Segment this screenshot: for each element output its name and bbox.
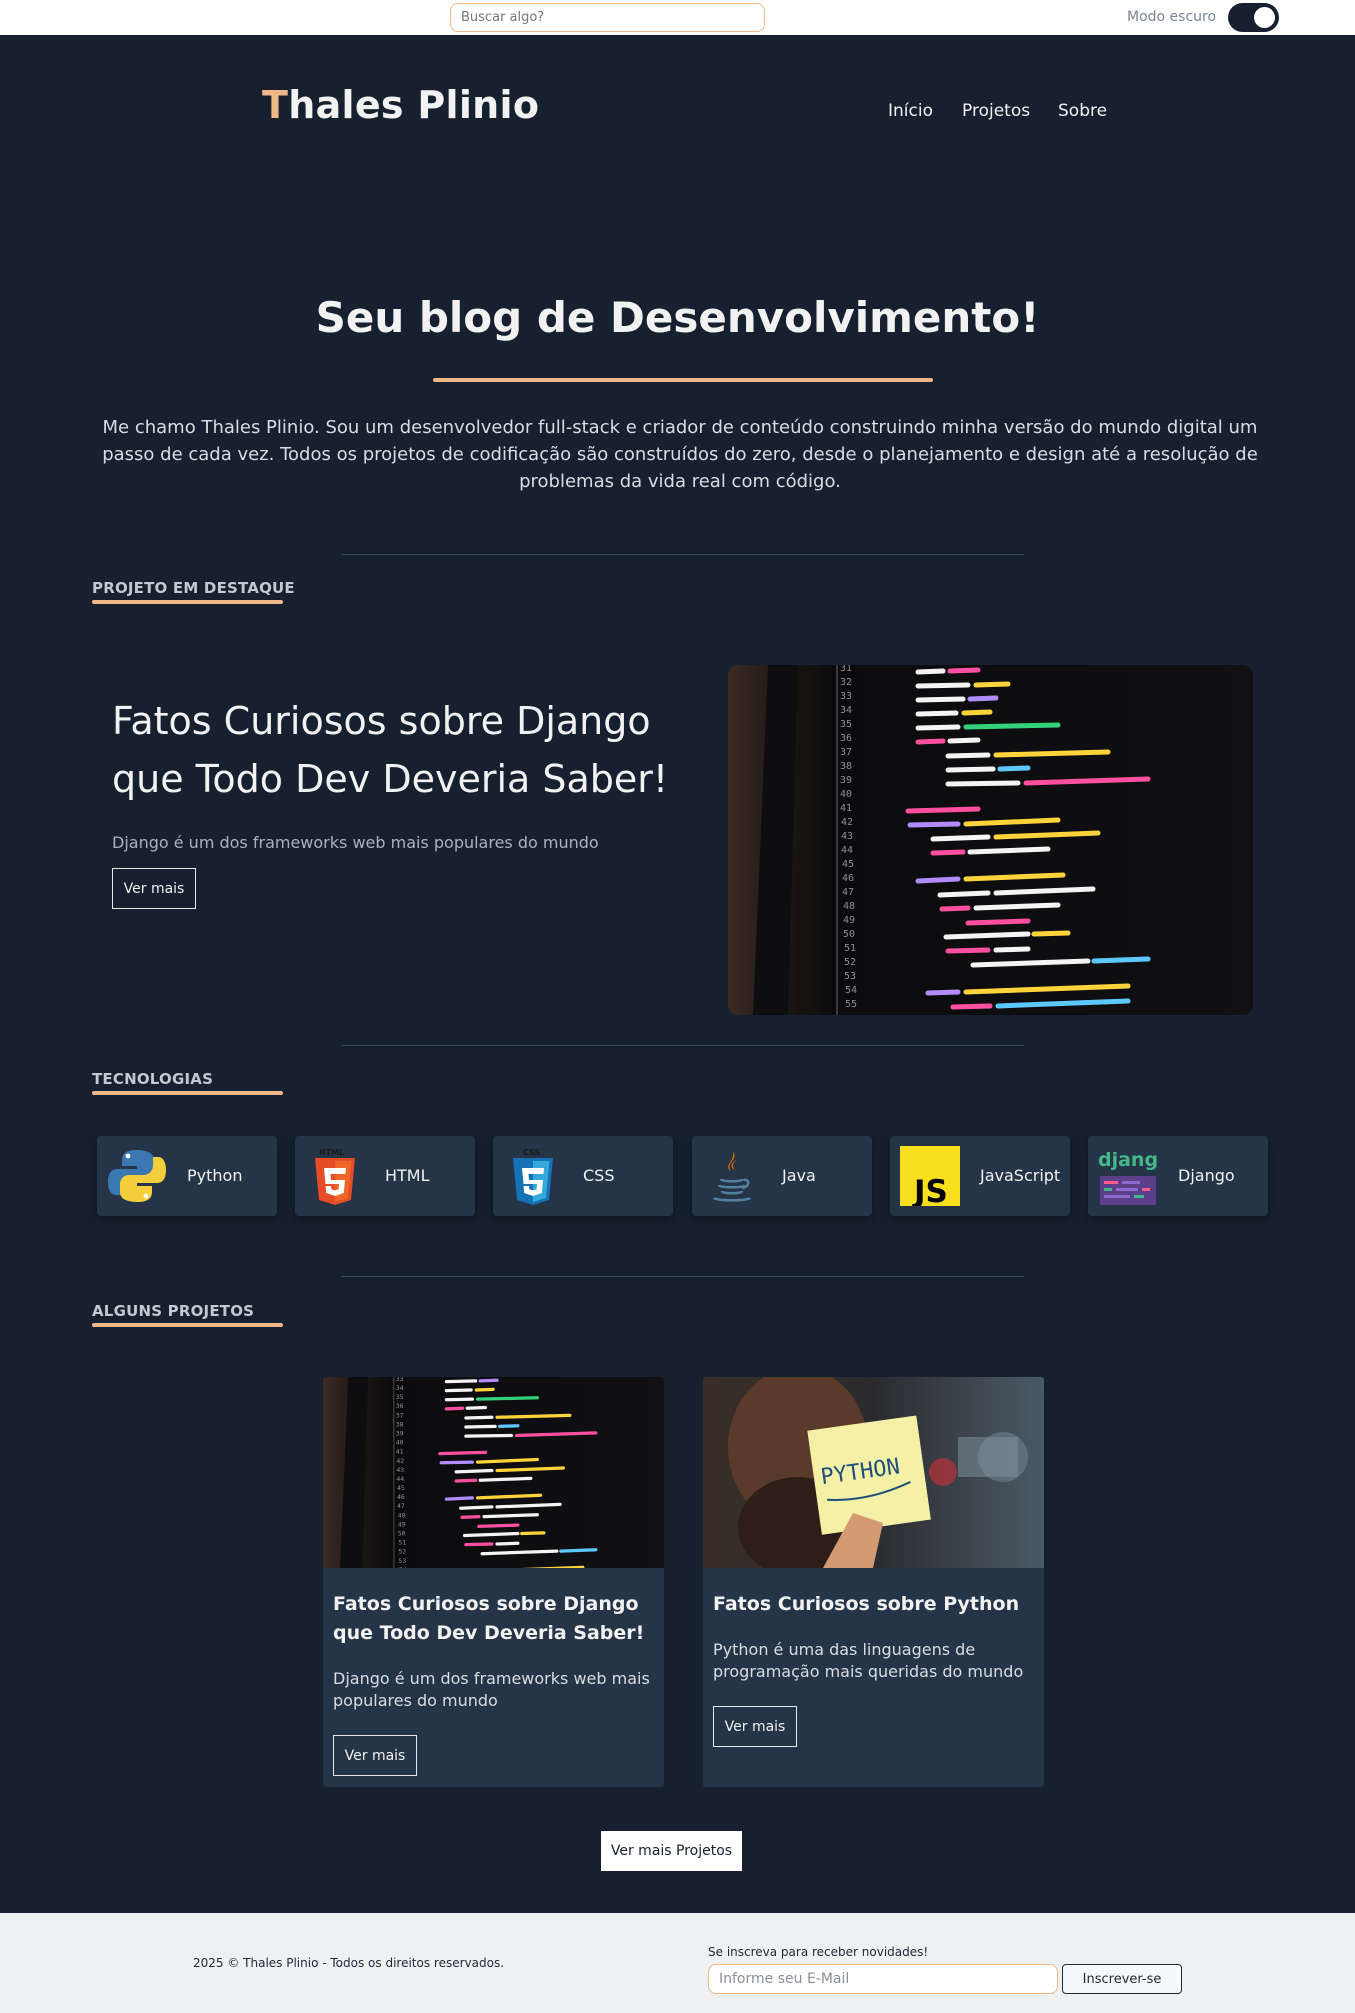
dark-mode-label: Modo escuro [1127, 9, 1217, 25]
css3-icon: CSS [513, 1148, 553, 1205]
project-description: Django é um dos frameworks web mais popu… [333, 1669, 650, 1710]
featured-image[interactable] [728, 665, 1253, 1015]
tech-name: HTML [385, 1166, 430, 1185]
technologies-section-label: TECNOLOGIAS [92, 1070, 214, 1088]
logo-accent-letter: T [262, 83, 289, 127]
featured-title: Fatos Curiosos sobre Django que Todo Dev… [112, 699, 669, 801]
hero-description: Me chamo Thales Plinio. Sou um desenvolv… [102, 417, 1258, 492]
javascript-icon: JS [900, 1146, 960, 1206]
section-divider [341, 1045, 1024, 1046]
project-card-django: Fatos Curiosos sobre Django que Todo Dev… [323, 1377, 664, 1787]
tech-card-javascript[interactable]: JS JavaScript [890, 1136, 1070, 1216]
hero-underline [433, 378, 933, 382]
tech-card-python[interactable]: Python [97, 1136, 277, 1216]
tech-name: Java [782, 1166, 816, 1185]
toggle-knob [1254, 7, 1275, 28]
tech-card-css[interactable]: CSS CSS [493, 1136, 673, 1216]
nav-inicio[interactable]: Início [888, 101, 933, 121]
subscribe-button[interactable]: Inscrever-se [1062, 1964, 1182, 1994]
ver-mais-projetos-button[interactable]: Ver mais Projetos [601, 1831, 742, 1871]
project-image[interactable] [323, 1377, 664, 1568]
python-icon [108, 1150, 166, 1202]
featured-ver-mais-button[interactable]: Ver mais [112, 868, 196, 909]
site-logo[interactable]: Thales Plinio [262, 83, 539, 127]
featured-description: Django é um dos frameworks web mais popu… [112, 833, 599, 852]
section-divider [341, 554, 1024, 555]
project-description: Python é uma das linguagens de programaç… [713, 1640, 1024, 1681]
section-underline [92, 1323, 283, 1327]
svg-text:JS: JS [912, 1174, 948, 1206]
dark-mode-toggle[interactable] [1228, 3, 1279, 32]
featured-section-label: PROJETO EM DESTAQUE [92, 579, 295, 597]
nav-projetos[interactable]: Projetos [962, 101, 1030, 121]
nav-sobre[interactable]: Sobre [1058, 101, 1107, 121]
tech-name: CSS [583, 1166, 615, 1185]
tech-card-html[interactable]: HTML HTML [295, 1136, 475, 1216]
code-screen-image [728, 665, 1253, 1015]
newsletter-email-input[interactable] [708, 1964, 1058, 1994]
projects-section-label: ALGUNS PROJETOS [92, 1302, 255, 1320]
svg-text:HTML: HTML [319, 1148, 344, 1157]
hero-title: Seu blog de Desenvolvimento! [315, 293, 1040, 342]
svg-text:CSS: CSS [523, 1148, 540, 1157]
html5-icon: HTML [315, 1148, 355, 1205]
java-icon [713, 1152, 751, 1202]
project-card-python: PYTHON Fatos Curiosos sobre Python Pytho… [703, 1377, 1044, 1787]
newsletter-label: Se inscreva para receber novidades! [708, 1945, 929, 1959]
project-ver-mais-button[interactable]: Ver mais [333, 1735, 417, 1776]
project-title: Fatos Curiosos sobre Python [713, 1593, 1020, 1615]
section-underline [92, 1091, 283, 1095]
tech-card-java[interactable]: Java [692, 1136, 872, 1216]
tech-name: JavaScript [980, 1166, 1061, 1185]
tech-name: Python [187, 1166, 243, 1185]
section-divider [341, 1276, 1024, 1277]
project-title: Fatos Curiosos sobre Django que Todo Dev… [333, 1593, 645, 1644]
project-ver-mais-button[interactable]: Ver mais [713, 1706, 797, 1747]
svg-text:django: django [1098, 1149, 1158, 1171]
project-image[interactable]: PYTHON [703, 1377, 1044, 1568]
tech-name: Django [1178, 1166, 1235, 1185]
logo-text: hales Plinio [288, 83, 540, 127]
section-underline [92, 600, 283, 604]
copyright-text: 2025 © Thales Plinio - Todos os direitos… [193, 1956, 505, 1970]
tech-card-django[interactable]: django Django [1088, 1136, 1268, 1216]
top-bar: Modo escuro [0, 0, 1355, 35]
django-icon: django [1098, 1149, 1158, 1205]
search-input[interactable] [450, 3, 765, 32]
